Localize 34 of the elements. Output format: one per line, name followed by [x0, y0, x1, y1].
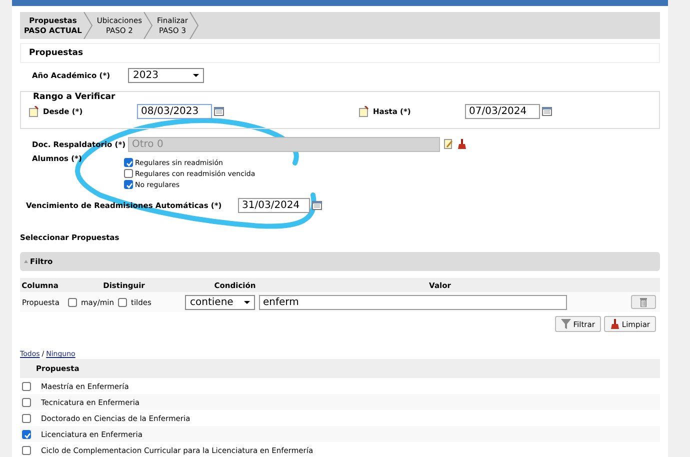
checkbox[interactable]	[22, 398, 31, 406]
note-icon	[359, 106, 369, 117]
caret-icon	[193, 74, 199, 76]
checkbox[interactable]	[22, 446, 31, 454]
chevron-icon	[82, 12, 93, 39]
funnel-icon	[561, 319, 572, 329]
calendar-icon[interactable]	[542, 107, 552, 116]
checkbox[interactable]	[118, 298, 128, 306]
broom-icon	[610, 319, 620, 329]
checkbox[interactable]	[124, 158, 133, 167]
chevron-icon	[143, 12, 153, 39]
date-field[interactable]: 31/03/2024	[238, 198, 310, 212]
year-dropdown[interactable]: 2023	[128, 68, 204, 82]
checkbox[interactable]	[68, 298, 77, 306]
pencil-icon	[444, 139, 453, 149]
checkbox[interactable]	[22, 414, 31, 422]
date-field[interactable]: 08/03/2023	[137, 104, 212, 119]
note-icon	[29, 106, 39, 117]
section-heading: Propuestas	[20, 43, 660, 63]
broom-icon	[457, 139, 467, 149]
checkbox[interactable]	[22, 382, 31, 390]
condition-dropdown[interactable]: contiene	[185, 294, 256, 310]
checkbox[interactable]	[124, 180, 133, 189]
checkbox[interactable]	[22, 430, 31, 438]
checkbox[interactable]	[124, 169, 133, 178]
calendar-icon[interactable]	[312, 200, 322, 210]
caret-icon	[244, 300, 250, 304]
date-field[interactable]: 07/03/2024	[465, 104, 540, 119]
value-field[interactable]: enferm	[259, 294, 568, 310]
delete-button[interactable]	[631, 295, 656, 309]
chevron-icon	[189, 12, 199, 39]
trash-icon	[640, 298, 647, 306]
calendar-icon[interactable]	[214, 107, 224, 116]
expand-icon	[24, 260, 28, 263]
